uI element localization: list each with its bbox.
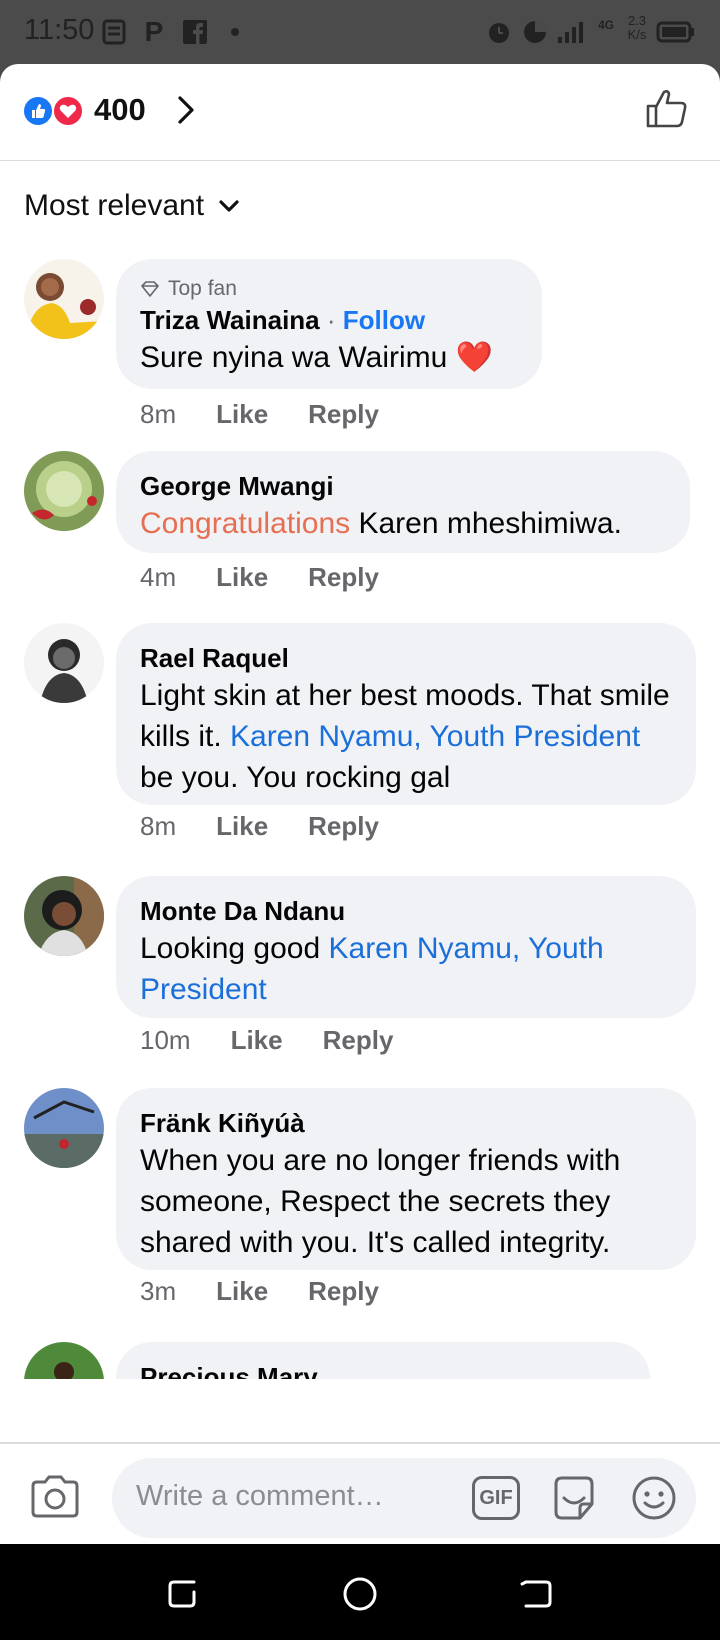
comment-text-part: When you are no longer friends with some… xyxy=(140,1144,621,1259)
comment-time[interactable]: 8m xyxy=(140,399,176,430)
chevron-right-icon[interactable] xyxy=(168,92,204,128)
emoji-icon[interactable] xyxy=(630,1474,678,1522)
comment-actions: 8m Like Reply xyxy=(140,811,379,842)
notes-icon xyxy=(102,18,126,46)
commenter-name[interactable]: Rael Raquel xyxy=(140,643,289,673)
reactions-header: 400 xyxy=(0,64,720,161)
comment-text: Congratulations Karen mheshimiwa. xyxy=(140,503,666,544)
comment-composer: Write a comment… GIF xyxy=(0,1442,720,1544)
sort-dropdown[interactable]: Most relevant xyxy=(24,189,240,223)
comment-actions: 8m Like Reply xyxy=(140,399,379,430)
comment-bubble[interactable]: Rael Raquel Light skin at her best moods… xyxy=(116,623,696,805)
battery-icon xyxy=(656,18,696,46)
avatar[interactable] xyxy=(24,876,104,956)
love-reaction-icon[interactable] xyxy=(52,95,84,127)
status-bar: 11:50 P 4G 2.3 K/s xyxy=(0,0,720,64)
comment-text: Light skin at her best moods. That smile… xyxy=(140,675,672,798)
like-button[interactable]: Like xyxy=(216,811,268,842)
alarm-icon xyxy=(486,18,512,46)
avatar[interactable] xyxy=(24,1342,104,1379)
comment-bubble[interactable]: Top fan Triza Wainaina · Follow Sure nyi… xyxy=(116,259,542,389)
commenter-name[interactable]: Triza Wainaina xyxy=(140,305,320,335)
sort-label: Most relevant xyxy=(24,189,205,222)
comment-bubble[interactable]: Precious Mary Hii ni Ile picha ilifanya … xyxy=(116,1342,650,1379)
separator-dot: · xyxy=(326,305,343,335)
comment-input[interactable]: Write a comment… GIF xyxy=(112,1458,696,1538)
reply-button[interactable]: Reply xyxy=(308,399,379,430)
comment-text: Looking good Karen Nyamu, Youth Presiden… xyxy=(140,928,672,1010)
commenter-name[interactable]: Precious Mary xyxy=(140,1362,318,1379)
network-type: 4G xyxy=(597,18,614,32)
data-saver-icon xyxy=(522,18,548,46)
navigation-bar xyxy=(0,1544,720,1640)
dot-icon xyxy=(230,18,240,46)
comment-time[interactable]: 3m xyxy=(140,1276,176,1307)
follow-button[interactable]: Follow xyxy=(343,305,425,335)
mention-link[interactable]: Karen Nyamu, Youth President xyxy=(230,720,640,753)
comment-list: Top fan Triza Wainaina · Follow Sure nyi… xyxy=(0,259,720,1379)
top-fan-badge: Top fan xyxy=(140,277,518,301)
comments-sheet: 400 Most relevant Top fan Triza Wainaina xyxy=(0,64,720,1544)
comment-text: When you are no longer friends with some… xyxy=(140,1140,672,1263)
avatar[interactable] xyxy=(24,259,104,339)
reply-button[interactable]: Reply xyxy=(308,1276,379,1307)
highlighted-text[interactable]: Congratulations xyxy=(140,507,350,540)
signal-icon xyxy=(556,18,590,46)
comment-bubble[interactable]: George Mwangi Congratulations Karen mhes… xyxy=(116,451,690,553)
thumbs-up-icon[interactable] xyxy=(644,86,690,132)
reply-button[interactable]: Reply xyxy=(308,811,379,842)
like-button[interactable]: Like xyxy=(216,399,268,430)
status-time: 11:50 xyxy=(24,14,95,46)
comment-actions: 3m Like Reply xyxy=(140,1276,379,1307)
reply-button[interactable]: Reply xyxy=(308,562,379,593)
back-icon[interactable] xyxy=(516,1574,556,1614)
avatar[interactable] xyxy=(24,623,104,703)
network-speed-value: 2.3 xyxy=(627,13,647,28)
comment-text: Sure nyina wa Wairimu ❤️ xyxy=(140,337,518,378)
diamond-icon xyxy=(141,281,159,297)
like-reaction-icon[interactable] xyxy=(22,95,54,127)
camera-icon[interactable] xyxy=(28,1474,82,1520)
comment-text-part: Looking good xyxy=(140,932,329,965)
recent-apps-icon[interactable] xyxy=(164,1574,204,1614)
facebook-icon xyxy=(182,18,208,46)
comment-text-part: be you. You rocking gal xyxy=(140,761,451,794)
reaction-count[interactable]: 400 xyxy=(94,92,146,128)
top-fan-label: Top fan xyxy=(168,277,237,300)
signal-4g-icon: 4G xyxy=(592,18,620,46)
comment-text-part: ❤️ xyxy=(455,341,494,374)
like-button[interactable]: Like xyxy=(216,562,268,593)
avatar[interactable] xyxy=(24,451,104,531)
comment-time[interactable]: 8m xyxy=(140,811,176,842)
comment-bubble[interactable]: Fränk Kiñyúà When you are no longer frie… xyxy=(116,1088,696,1270)
like-button[interactable]: Like xyxy=(216,1276,268,1307)
avatar[interactable] xyxy=(24,1088,104,1168)
commenter-name[interactable]: Monte Da Ndanu xyxy=(140,896,345,926)
comment-time[interactable]: 4m xyxy=(140,562,176,593)
network-speed-unit: K/s xyxy=(627,27,647,42)
comment-text-part: Karen mheshimiwa. xyxy=(350,507,622,540)
comment-time[interactable]: 10m xyxy=(140,1025,191,1056)
network-speed: 2.3 K/s xyxy=(622,14,652,42)
gif-icon[interactable]: GIF xyxy=(472,1476,520,1520)
chevron-down-icon xyxy=(219,200,239,212)
like-button[interactable]: Like xyxy=(231,1025,283,1056)
sticker-icon[interactable] xyxy=(550,1474,598,1522)
comment-text-part: Sure nyina wa Wairimu xyxy=(140,341,456,374)
commenter-name[interactable]: Fränk Kiñyúà xyxy=(140,1108,305,1138)
comment-bubble[interactable]: Monte Da Ndanu Looking good Karen Nyamu,… xyxy=(116,876,696,1018)
comment-placeholder: Write a comment… xyxy=(136,1480,384,1512)
commenter-name[interactable]: George Mwangi xyxy=(140,471,334,501)
home-icon[interactable] xyxy=(340,1574,380,1614)
comment-actions: 10m Like Reply xyxy=(140,1025,393,1056)
reply-button[interactable]: Reply xyxy=(323,1025,394,1056)
parking-icon: P xyxy=(144,16,164,47)
comment-actions: 4m Like Reply xyxy=(140,562,379,593)
